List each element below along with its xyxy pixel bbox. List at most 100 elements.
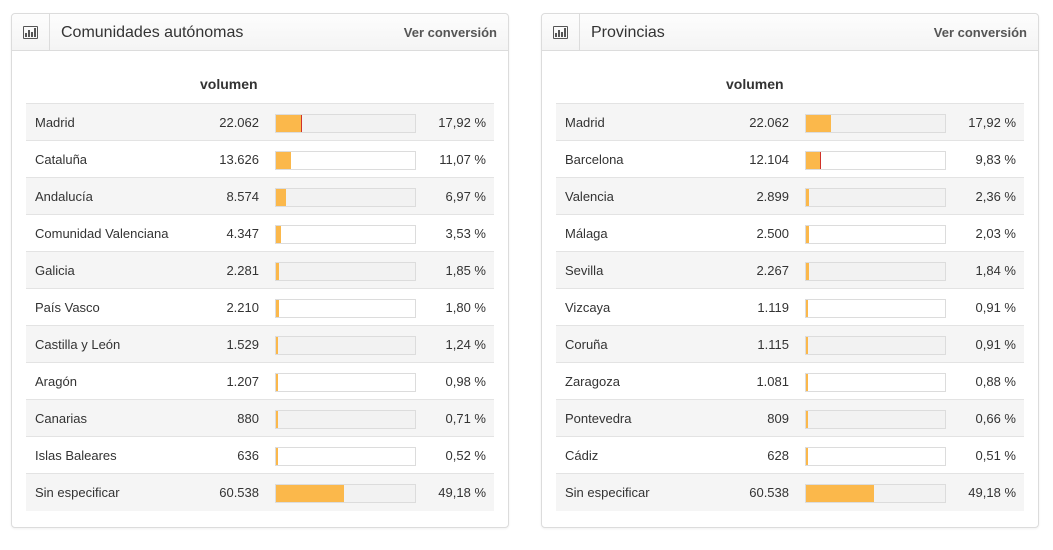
table-row: Canarias 880 0,71 % [26, 400, 494, 437]
share-bar-fill [276, 152, 291, 169]
row-percentage: 0,51 % [975, 448, 1016, 463]
row-percentage: 11,07 % [439, 152, 486, 167]
table-row: Madrid 22.062 17,92 % [26, 104, 494, 141]
share-bar [275, 225, 416, 244]
table-row: Comunidad Valenciana 4.347 3,53 % [26, 215, 494, 252]
share-bar [805, 410, 946, 429]
row-name: Zaragoza [565, 374, 620, 389]
share-bar-fill [276, 300, 279, 317]
row-volume: 1.207 [226, 374, 259, 389]
data-table: Madrid 22.062 17,92 % Cataluña 13.626 11,07 %… [26, 103, 494, 511]
table-row: Cádiz 628 0,51 % [556, 437, 1024, 474]
share-bar [805, 151, 946, 170]
share-bar-fill [806, 152, 821, 169]
table-row: Coruña 1.115 0,91 % [556, 326, 1024, 363]
table-row: Islas Baleares 636 0,52 % [26, 437, 494, 474]
share-bar-fill [806, 300, 808, 317]
share-bar [275, 447, 416, 466]
table-row: Madrid 22.062 17,92 % [556, 104, 1024, 141]
row-volume: 12.104 [749, 152, 789, 167]
row-name: Cádiz [565, 448, 599, 463]
chart-toggle-button[interactable] [542, 14, 580, 50]
table-row: Sin especificar 60.538 49,18 % [26, 474, 494, 511]
row-name: País Vasco [35, 300, 100, 315]
share-bar-fill [806, 115, 831, 132]
share-bar [275, 262, 416, 281]
row-volume: 1.115 [757, 337, 789, 352]
bar-marker [301, 115, 302, 132]
row-volume: 2.500 [756, 226, 789, 241]
ver-conversion-link[interactable]: Ver conversión [404, 25, 497, 40]
share-bar [275, 484, 416, 503]
row-volume: 2.899 [756, 189, 789, 204]
row-percentage: 1,80 % [445, 300, 486, 315]
table-row: Vizcaya 1.119 0,91 % [556, 289, 1024, 326]
row-name: Málaga [565, 226, 608, 241]
share-bar [805, 447, 946, 466]
chart-toggle-button[interactable] [12, 14, 50, 50]
share-bar [275, 151, 416, 170]
share-bar-fill [276, 374, 278, 391]
share-bar-fill [276, 448, 278, 465]
table-row: Pontevedra 809 0,66 % [556, 400, 1024, 437]
row-name: Cataluña [35, 152, 88, 167]
row-volume: 636 [237, 448, 259, 463]
share-bar [275, 114, 416, 133]
row-volume: 8.574 [226, 189, 259, 204]
row-name: Vizcaya [565, 300, 611, 315]
row-name: Sevilla [565, 263, 604, 278]
row-volume: 60.538 [219, 485, 259, 500]
row-percentage: 0,71 % [445, 411, 486, 426]
share-bar [805, 336, 946, 355]
share-bar-fill [806, 189, 809, 206]
row-percentage: 0,66 % [975, 411, 1016, 426]
row-percentage: 6,97 % [445, 189, 486, 204]
row-volume: 1.529 [226, 337, 259, 352]
panel-header: Comunidades autónomas Ver conversión [12, 14, 508, 51]
share-bar-fill [806, 337, 808, 354]
row-percentage: 0,98 % [445, 374, 486, 389]
share-bar-fill [276, 337, 278, 354]
bar-chart-icon [553, 25, 568, 39]
row-name: Comunidad Valenciana [35, 226, 169, 241]
table-row: Andalucía 8.574 6,97 % [26, 178, 494, 215]
row-percentage: 3,53 % [445, 226, 486, 241]
row-volume: 880 [237, 411, 259, 426]
row-name: Sin especificar [565, 485, 650, 500]
row-name: Castilla y León [35, 337, 121, 352]
bar-chart-icon [23, 25, 38, 39]
share-bar-fill [276, 263, 279, 280]
volume-column-header: volumen [726, 76, 784, 92]
row-name: Aragón [35, 374, 77, 389]
row-name: Islas Baleares [35, 448, 117, 463]
share-bar [805, 299, 946, 318]
row-volume: 809 [767, 411, 789, 426]
table-row: Sevilla 2.267 1,84 % [556, 252, 1024, 289]
row-name: Pontevedra [565, 411, 632, 426]
row-percentage: 1,84 % [975, 263, 1016, 278]
panel-title: Provincias [591, 24, 665, 41]
row-volume: 60.538 [749, 485, 789, 500]
share-bar-fill [276, 115, 302, 132]
share-bar-fill [276, 411, 278, 428]
row-volume: 22.062 [749, 115, 789, 130]
table-row: Cataluña 13.626 11,07 % [26, 141, 494, 178]
row-percentage: 0,91 % [975, 300, 1016, 315]
row-percentage: 1,24 % [445, 337, 486, 352]
ver-conversion-link[interactable]: Ver conversión [934, 25, 1027, 40]
table-row: Málaga 2.500 2,03 % [556, 215, 1024, 252]
row-percentage: 17,92 % [968, 115, 1016, 130]
row-volume: 4.347 [226, 226, 259, 241]
panel-title: Comunidades autónomas [61, 24, 244, 41]
row-volume: 13.626 [219, 152, 259, 167]
share-bar [805, 225, 946, 244]
share-bar [805, 484, 946, 503]
share-bar-fill [276, 189, 286, 206]
row-name: Madrid [565, 115, 605, 130]
row-volume: 2.281 [226, 263, 259, 278]
share-bar [805, 188, 946, 207]
table-row: Galicia 2.281 1,85 % [26, 252, 494, 289]
bar-marker [820, 152, 821, 169]
row-name: Canarias [35, 411, 88, 426]
share-bar [805, 114, 946, 133]
